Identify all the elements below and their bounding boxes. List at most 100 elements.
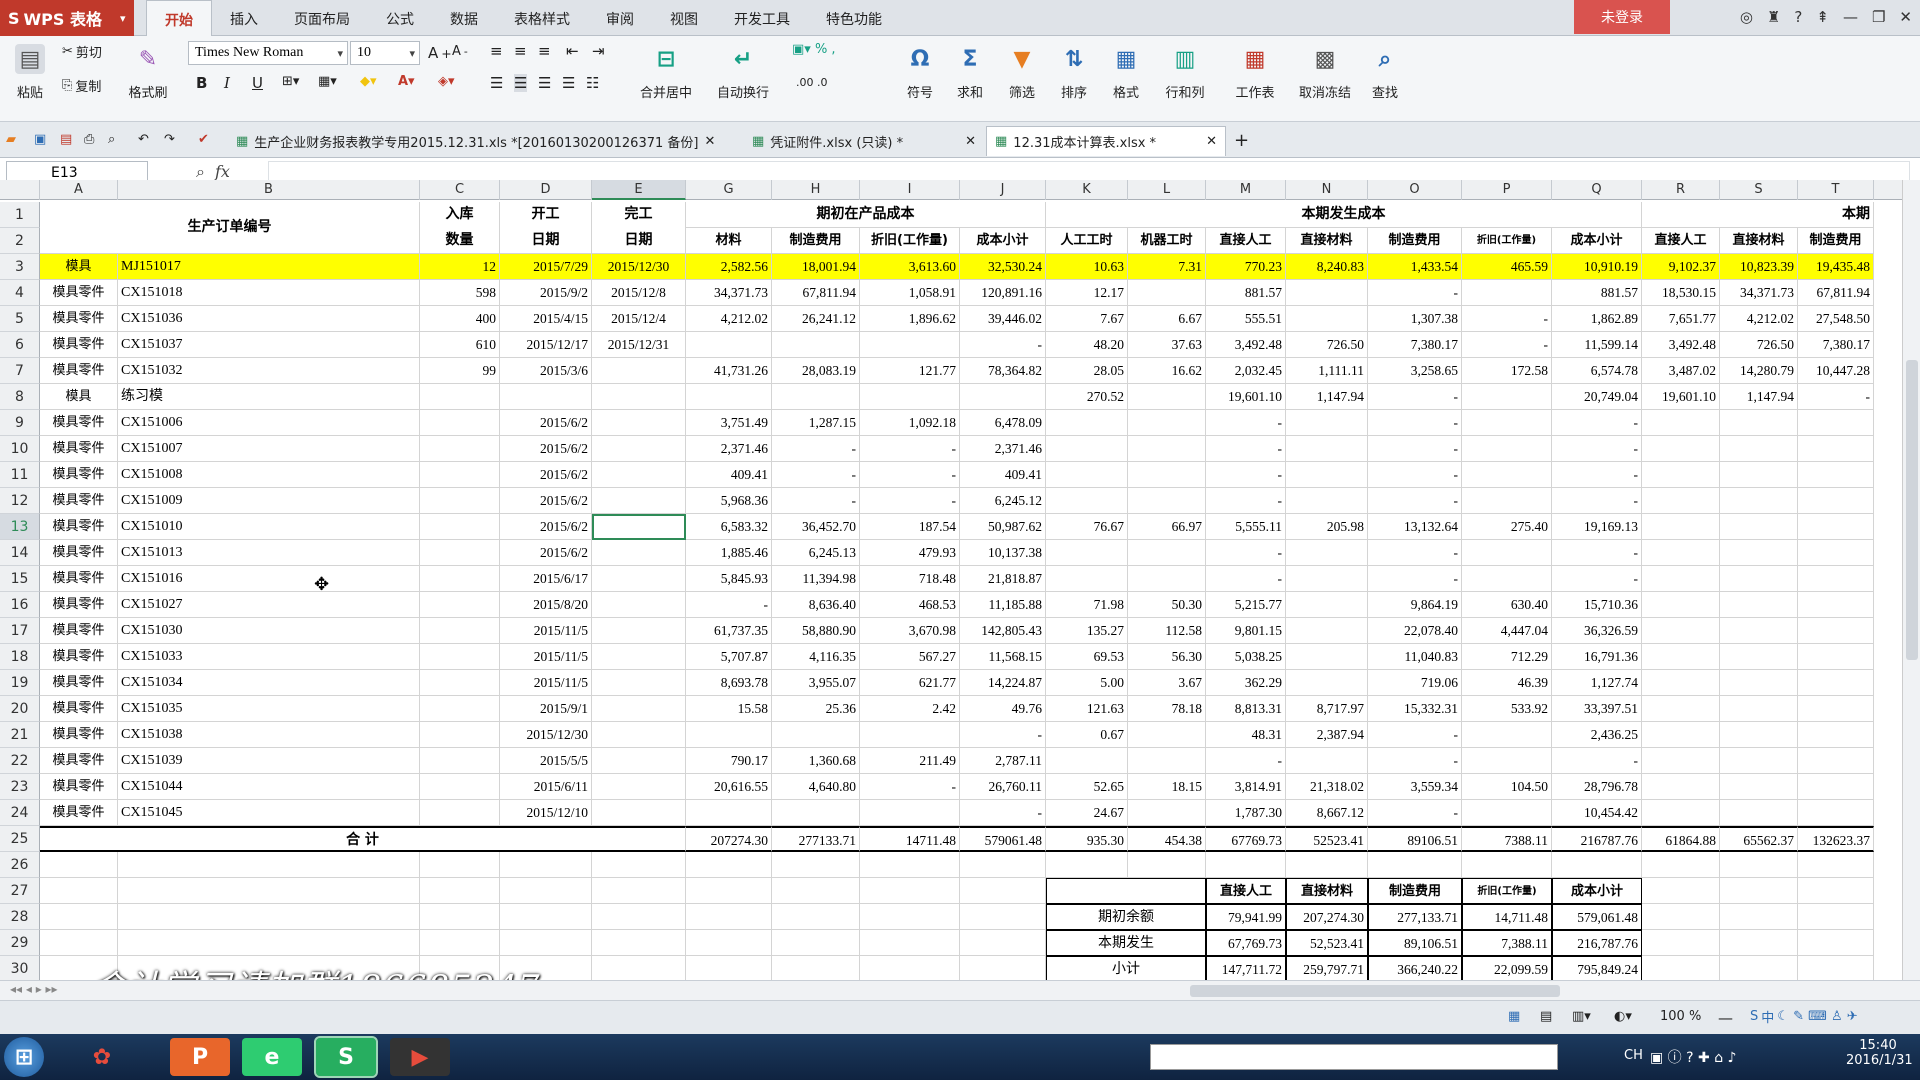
cell-s[interactable]: 1,147.94 [1720, 384, 1798, 410]
cell-o[interactable]: - [1368, 566, 1462, 592]
cell-d[interactable]: 2015/11/5 [500, 644, 592, 670]
cell-d[interactable]: 2015/12/30 [500, 722, 592, 748]
cell-g[interactable]: 5,845.93 [686, 566, 772, 592]
menu-tab[interactable]: 开发工具 [716, 0, 808, 36]
empty-cell[interactable] [772, 956, 860, 980]
cell-c[interactable]: 610 [420, 332, 500, 358]
sort-button[interactable]: ⇅ 排序 [1044, 40, 1104, 116]
cell-c[interactable] [420, 644, 500, 670]
total-j[interactable]: 579061.48 [960, 826, 1046, 852]
format-button[interactable]: ▦ 格式 [1096, 40, 1156, 116]
cell-r[interactable] [1642, 514, 1720, 540]
cell-m[interactable]: 881.57 [1206, 280, 1286, 306]
cell-k[interactable]: 12.17 [1046, 280, 1128, 306]
cell-k[interactable]: 52.65 [1046, 774, 1128, 800]
empty-cell[interactable] [592, 852, 686, 878]
cell-t[interactable]: 7,380.17 [1798, 332, 1874, 358]
distribute-icon[interactable]: ☷ [586, 74, 599, 92]
cell-h[interactable]: 26,241.12 [772, 306, 860, 332]
skin-icon[interactable]: ◎ [1740, 8, 1753, 26]
cell-p[interactable] [1462, 436, 1552, 462]
total-o[interactable]: 89106.51 [1368, 826, 1462, 852]
cell-b[interactable]: CX151016 [118, 566, 420, 592]
cell-b[interactable]: CX151037 [118, 332, 420, 358]
cell-c[interactable] [420, 410, 500, 436]
cell-g[interactable] [686, 800, 772, 826]
summary-value[interactable]: 79,941.99 [1206, 904, 1286, 930]
cell-i[interactable] [860, 332, 960, 358]
menu-tab[interactable]: 公式 [368, 0, 432, 36]
row-header[interactable]: 11 [0, 462, 40, 488]
cell-p[interactable] [1462, 566, 1552, 592]
cell-a[interactable]: 模具零件 [40, 774, 118, 800]
empty-cell[interactable] [592, 878, 686, 904]
empty-cell[interactable] [772, 852, 860, 878]
cell-p[interactable]: 4,447.04 [1462, 618, 1552, 644]
cell-p[interactable]: - [1462, 332, 1552, 358]
cell-n[interactable] [1286, 436, 1368, 462]
cell-i[interactable] [860, 722, 960, 748]
cell-c[interactable] [420, 748, 500, 774]
cell-r[interactable]: 3,492.48 [1642, 332, 1720, 358]
cell-h[interactable]: 4,116.35 [772, 644, 860, 670]
summary-value[interactable]: 14,711.48 [1462, 904, 1552, 930]
cell-r[interactable] [1642, 410, 1720, 436]
empty-cell[interactable] [40, 852, 118, 878]
cell-q[interactable]: 1,862.89 [1552, 306, 1642, 332]
total-g[interactable]: 207274.30 [686, 826, 772, 852]
empty-cell[interactable] [1128, 852, 1206, 878]
row-header[interactable]: 14 [0, 540, 40, 566]
cell-t[interactable] [1798, 410, 1874, 436]
close-icon[interactable]: ✕ [1899, 8, 1912, 26]
cell-j[interactable]: 409.41 [960, 462, 1046, 488]
recorder-app-icon[interactable]: ▶ [390, 1038, 450, 1076]
cell-h[interactable]: 4,640.80 [772, 774, 860, 800]
cell-g[interactable]: 5,968.36 [686, 488, 772, 514]
cell-e[interactable] [592, 696, 686, 722]
empty-cell[interactable] [686, 956, 772, 980]
empty-cell[interactable] [1798, 956, 1874, 980]
cell-q[interactable]: 19,169.13 [1552, 514, 1642, 540]
cell-e[interactable]: 2015/12/8 [592, 280, 686, 306]
cell-q[interactable]: - [1552, 488, 1642, 514]
cell-t[interactable] [1798, 462, 1874, 488]
row-header[interactable]: 26 [0, 852, 40, 878]
cell-c[interactable] [420, 696, 500, 722]
cell-h[interactable]: 67,811.94 [772, 280, 860, 306]
cell-e[interactable] [592, 644, 686, 670]
cell-q[interactable]: 881.57 [1552, 280, 1642, 306]
ime-toolbar[interactable]: S 中 ☾ ✎ ⌨ ♙ ✈ [1750, 1007, 1858, 1026]
cell-d[interactable] [500, 384, 592, 410]
cell-h[interactable]: 11,394.98 [772, 566, 860, 592]
cell-c[interactable] [420, 514, 500, 540]
cell-d[interactable]: 2015/6/17 [500, 566, 592, 592]
menu-tab[interactable]: 数据 [432, 0, 496, 36]
cell-g[interactable]: 3,751.49 [686, 410, 772, 436]
empty-cell[interactable] [686, 878, 772, 904]
page-view-icon[interactable]: ▤ [1540, 1009, 1552, 1024]
cell-j[interactable]: 2,371.46 [960, 436, 1046, 462]
doc-tab-3[interactable]: ▦ 12.31成本计算表.xlsx * ✕ [986, 126, 1226, 156]
cell-t[interactable] [1798, 696, 1874, 722]
cell-k[interactable]: 5.00 [1046, 670, 1128, 696]
cell-g[interactable]: 61,737.35 [686, 618, 772, 644]
cell-k[interactable]: 24.67 [1046, 800, 1128, 826]
cell-s[interactable] [1720, 670, 1798, 696]
cell-b[interactable]: CX151045 [118, 800, 420, 826]
cell-o[interactable]: 11,040.83 [1368, 644, 1462, 670]
cell-l[interactable] [1128, 566, 1206, 592]
cell-c[interactable] [420, 436, 500, 462]
cell-h[interactable]: 36,452.70 [772, 514, 860, 540]
cell-g[interactable]: 41,731.26 [686, 358, 772, 384]
cell-a[interactable]: 模具零件 [40, 280, 118, 306]
cell-r[interactable] [1642, 488, 1720, 514]
empty-cell[interactable] [860, 930, 960, 956]
cell-d[interactable]: 2015/7/29 [500, 254, 592, 280]
cell-a[interactable]: 模具零件 [40, 670, 118, 696]
cell-j[interactable]: 49.76 [960, 696, 1046, 722]
cell-h[interactable]: 1,287.15 [772, 410, 860, 436]
cell-i[interactable]: 621.77 [860, 670, 960, 696]
cell-j[interactable]: - [960, 722, 1046, 748]
empty-cell[interactable] [960, 904, 1046, 930]
cell-k[interactable]: 28.05 [1046, 358, 1128, 384]
